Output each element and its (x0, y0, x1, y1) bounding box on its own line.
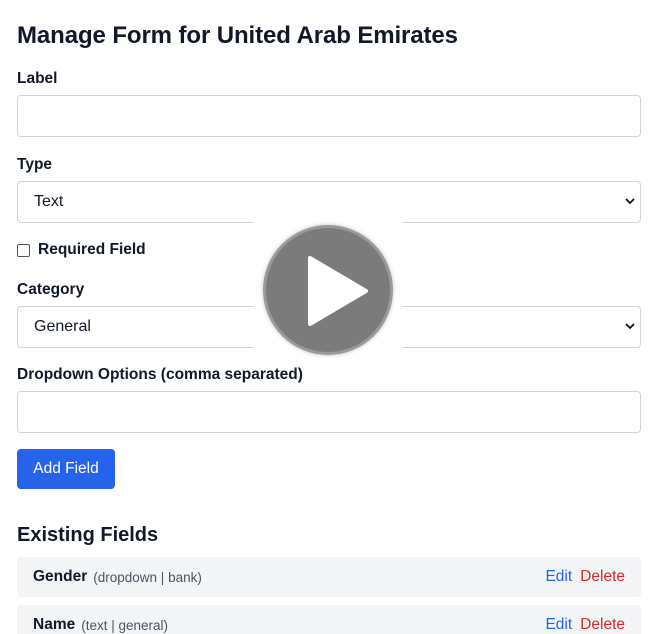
manage-form-page: Manage Form for United Arab Emirates Lab… (0, 0, 656, 634)
add-field-button[interactable]: Add Field (17, 449, 115, 489)
field-row: Gender (dropdown | bank) Edit Delete (17, 557, 641, 597)
row-actions: Edit Delete (545, 568, 625, 586)
delete-link[interactable]: Delete (580, 616, 625, 634)
field-row: Name (text | general) Edit Delete (17, 605, 641, 634)
field-row-name: Name (33, 616, 76, 633)
edit-link[interactable]: Edit (545, 616, 572, 634)
play-button[interactable] (263, 225, 393, 355)
label-input[interactable] (17, 95, 641, 137)
required-label: Required Field (38, 241, 146, 258)
play-icon (308, 256, 368, 326)
field-row-name: Gender (33, 568, 88, 585)
existing-fields-title: Existing Fields (17, 524, 159, 546)
type-select[interactable]: Text (17, 181, 641, 223)
edit-link[interactable]: Edit (545, 568, 572, 586)
required-field-row[interactable]: Required Field (17, 241, 146, 259)
category-select-value: General (34, 318, 91, 335)
required-checkbox[interactable] (17, 243, 30, 257)
delete-link[interactable]: Delete (580, 568, 625, 586)
chevron-down-icon (625, 323, 635, 330)
options-input[interactable] (17, 391, 641, 433)
field-row-meta: (dropdown | bank) (93, 569, 202, 585)
page-title: Manage Form for United Arab Emirates (17, 22, 458, 49)
field-row-meta: (text | general) (81, 617, 169, 633)
chevron-down-icon (625, 198, 635, 205)
type-field-label: Type (17, 156, 53, 173)
label-field-label: Label (17, 70, 58, 87)
options-field-label: Dropdown Options (comma separated) (17, 366, 303, 383)
type-select-value: Text (34, 193, 64, 210)
category-field-label: Category (17, 281, 85, 298)
row-actions: Edit Delete (545, 616, 625, 634)
